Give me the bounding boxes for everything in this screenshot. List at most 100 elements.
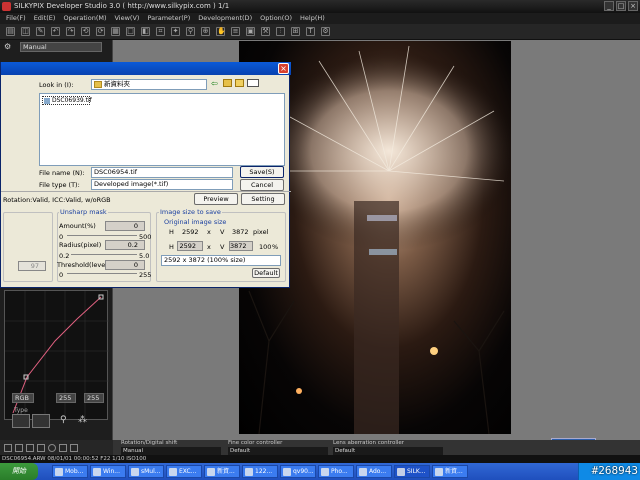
- menu-file[interactable]: File(F): [2, 13, 30, 24]
- menu-bar: File(F) Edit(E) Operation(M) View(V) Par…: [0, 13, 640, 24]
- tab-fine-color[interactable]: Fine color controller: [228, 440, 328, 447]
- setting-button[interactable]: Setting: [241, 193, 285, 205]
- preset-select[interactable]: Manual: [20, 42, 102, 52]
- threshold-input[interactable]: 0: [105, 260, 145, 270]
- menu-development[interactable]: Development(D): [194, 13, 256, 24]
- taskbar-item[interactable]: 新資...: [432, 465, 468, 478]
- menu-operation[interactable]: Operation(M): [59, 13, 110, 24]
- curve-type-button[interactable]: [32, 414, 50, 428]
- close-button[interactable]: ×: [628, 1, 638, 11]
- undo-icon[interactable]: ↶: [51, 27, 60, 36]
- hand-icon[interactable]: ✋: [216, 27, 226, 36]
- single-view-icon[interactable]: □: [126, 27, 135, 36]
- view-menu-icon[interactable]: [247, 79, 259, 87]
- new-v-input[interactable]: 3872: [229, 241, 253, 251]
- amount-slider[interactable]: [67, 235, 137, 236]
- compare-view-icon[interactable]: ◧: [141, 27, 150, 36]
- quality-input[interactable]: 97: [18, 261, 46, 271]
- file-name-input[interactable]: DSC06954.tif: [91, 167, 233, 178]
- image-size-title: Image size to save: [159, 208, 222, 216]
- curve-output-value[interactable]: 255: [84, 393, 104, 403]
- settings-icon[interactable]: ⚙: [321, 27, 330, 36]
- redo-icon[interactable]: ↷: [66, 27, 75, 36]
- cancel-button[interactable]: Cancel: [240, 179, 284, 191]
- minimize-button[interactable]: _: [604, 1, 614, 11]
- back-icon[interactable]: ⇦: [211, 79, 218, 88]
- new-h-input[interactable]: 2592: [177, 241, 203, 251]
- lens-aberration-value[interactable]: Default: [333, 447, 443, 455]
- curve-input-value[interactable]: 255: [56, 393, 76, 403]
- taskbar-item[interactable]: qv90...: [280, 465, 316, 478]
- edit-icon[interactable]: ✎: [36, 27, 45, 36]
- taskbar-item[interactable]: Win...: [90, 465, 126, 478]
- taskbar-item[interactable]: 新資...: [204, 465, 240, 478]
- radius-input[interactable]: 0.2: [105, 240, 145, 250]
- menu-help[interactable]: Help(H): [296, 13, 329, 24]
- rotate-right-icon[interactable]: ⟳: [96, 27, 105, 36]
- menu-edit[interactable]: Edit(E): [30, 13, 60, 24]
- rotation-value[interactable]: Manual: [121, 447, 221, 455]
- file-type-select[interactable]: Developed image(*.tif): [91, 179, 233, 190]
- wand-icon[interactable]: ✦: [171, 27, 180, 36]
- gear-icon[interactable]: ⚙: [4, 42, 11, 51]
- panel-tool-icon[interactable]: [59, 443, 67, 452]
- menu-view[interactable]: View(V): [111, 13, 144, 24]
- curve-type-button[interactable]: [12, 414, 30, 428]
- filter-icon[interactable]: ⫶: [276, 27, 285, 36]
- thumb-icon[interactable]: ▣: [246, 27, 255, 36]
- new-folder-icon[interactable]: [235, 79, 244, 87]
- taskbar-item[interactable]: Mob...: [52, 465, 88, 478]
- panel-tool-icon[interactable]: [26, 443, 34, 452]
- channel-select[interactable]: RGB: [12, 393, 34, 403]
- zoom-icon[interactable]: ⊕: [201, 27, 210, 36]
- develop-icon[interactable]: ⊞: [291, 27, 300, 36]
- eyedropper-icon[interactable]: ⚲: [186, 27, 195, 36]
- crop-icon[interactable]: ⌗: [156, 27, 165, 36]
- app-titlebar: SILKYPIX Developer Studio 3.0 ( http://w…: [0, 0, 640, 13]
- panel-tool-icon[interactable]: [70, 443, 78, 452]
- taskbar-item[interactable]: 122...: [242, 465, 278, 478]
- taskbar-item[interactable]: Ado...: [356, 465, 392, 478]
- taskbar-item[interactable]: EXC...: [166, 465, 202, 478]
- tab-lens-aberration[interactable]: Lens aberration controller: [333, 440, 443, 447]
- curve-type-label: Type: [14, 407, 28, 414]
- open-icon[interactable]: ◫: [21, 27, 30, 36]
- list-icon[interactable]: ≡: [231, 27, 240, 36]
- eyedropper-icon[interactable]: ⚲: [60, 415, 67, 425]
- color-picker-icon[interactable]: ⁂: [78, 415, 87, 425]
- menu-parameter[interactable]: Parameter(P): [143, 13, 194, 24]
- size-default-button[interactable]: Default: [252, 268, 280, 278]
- maximize-button[interactable]: □: [616, 1, 626, 11]
- preview-button[interactable]: Preview: [194, 193, 238, 205]
- grid-icon[interactable]: ▦: [111, 27, 120, 36]
- up-folder-icon[interactable]: [223, 79, 232, 87]
- save-icon[interactable]: ▤: [6, 27, 15, 36]
- taskbar-item[interactable]: sMul...: [128, 465, 164, 478]
- fine-color-value[interactable]: Default: [228, 447, 328, 455]
- threshold-min: 0: [59, 271, 64, 279]
- look-in-select[interactable]: 新資料夾: [91, 79, 207, 90]
- panel-tool-icon[interactable]: [37, 443, 45, 452]
- tools-icon[interactable]: ⚒: [261, 27, 270, 36]
- radius-slider[interactable]: [71, 254, 137, 255]
- taskbar-item[interactable]: SILK...: [394, 465, 430, 478]
- amount-input[interactable]: 0: [105, 221, 145, 231]
- panel-tool-icon[interactable]: [15, 443, 23, 452]
- menu-option[interactable]: Option(O): [256, 13, 296, 24]
- file-item[interactable]: DSC06939.tif: [42, 96, 92, 105]
- radius-label: Radius(pixel): [59, 241, 102, 249]
- orig-x-label: x: [207, 228, 211, 236]
- save-button[interactable]: Save(S): [240, 166, 284, 178]
- panel-tool-icon[interactable]: [48, 443, 56, 452]
- rotate-left-icon[interactable]: ⟲: [81, 27, 90, 36]
- tab-rotation[interactable]: Rotation/Digital shift: [121, 440, 221, 447]
- start-button[interactable]: 開始: [0, 463, 38, 480]
- taskbar-item[interactable]: Pho...: [318, 465, 354, 478]
- file-icon: [44, 98, 50, 104]
- dialog-close-button[interactable]: ×: [278, 63, 289, 74]
- panel-tool-icon[interactable]: [4, 443, 12, 452]
- size-preset-select[interactable]: 2592 x 3872 (100% size): [161, 255, 281, 266]
- file-list[interactable]: DSC06939.tif: [39, 93, 285, 166]
- threshold-slider[interactable]: [67, 273, 137, 274]
- text-icon[interactable]: T: [306, 27, 315, 36]
